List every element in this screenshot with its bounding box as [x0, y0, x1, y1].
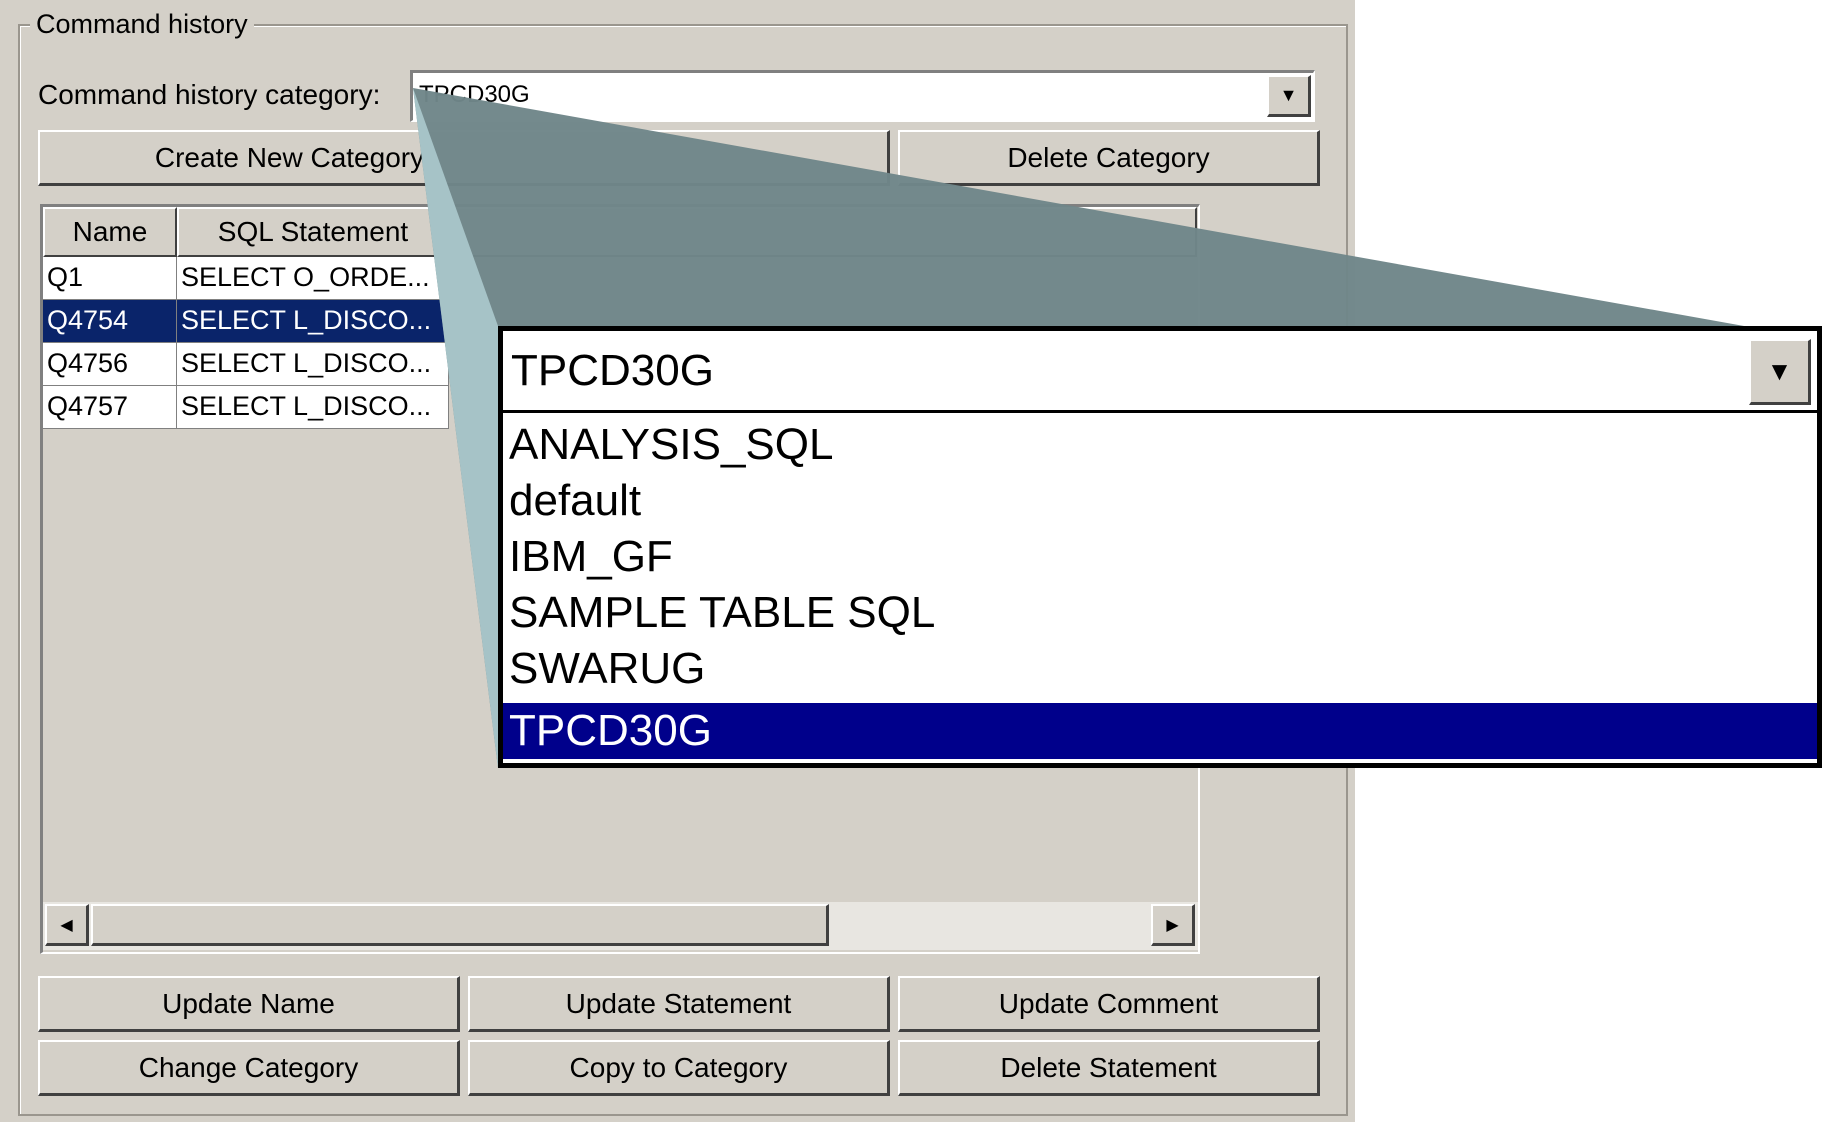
delete-statement-button[interactable]: Delete Statement: [898, 1040, 1320, 1096]
table-row-sql[interactable]: SELECT O_ORDE...: [177, 257, 449, 300]
dropdown-option[interactable]: IBM_GF: [503, 529, 1817, 585]
table-row-sql-selected[interactable]: SELECT L_DISCO...: [177, 300, 449, 343]
table-row-name[interactable]: Q1: [43, 257, 177, 300]
scroll-left-button[interactable]: ◀: [45, 904, 89, 946]
dropdown-option[interactable]: default: [503, 473, 1817, 529]
table-row-name[interactable]: Q4757: [43, 386, 177, 429]
horizontal-scrollbar[interactable]: ◀ ▶: [43, 902, 1198, 950]
chevron-down-icon: ▼: [1766, 356, 1793, 386]
dropdown-option-selected[interactable]: TPCD30G: [503, 703, 1817, 759]
category-combo[interactable]: TPCD30G ▼: [410, 70, 1315, 122]
column-header-name[interactable]: Name: [43, 207, 177, 257]
create-category-button[interactable]: Create New Category: [38, 130, 890, 186]
group-title: Command history: [30, 8, 254, 40]
table-row-sql[interactable]: SELECT L_DISCO...: [177, 343, 449, 386]
delete-category-button[interactable]: Delete Category: [898, 130, 1320, 186]
copy-to-category-button[interactable]: Copy to Category: [468, 1040, 890, 1096]
triangle-right-icon: ▶: [1166, 916, 1179, 934]
update-statement-button[interactable]: Update Statement: [468, 976, 890, 1032]
update-comment-button[interactable]: Update Comment: [898, 976, 1320, 1032]
table-row-name[interactable]: Q4756: [43, 343, 177, 386]
category-label: Command history category:: [38, 79, 381, 110]
zoomed-category-dropdown[interactable]: TPCD30G ▼ ANALYSIS_SQL default IBM_GF SA…: [498, 326, 1822, 768]
combo-dropdown-button[interactable]: ▼: [1267, 75, 1311, 117]
zoomed-dropdown-button[interactable]: ▼: [1749, 339, 1811, 405]
change-category-button[interactable]: Change Category: [38, 1040, 460, 1096]
column-header-filler: [449, 207, 1197, 257]
category-combo-value: TPCD30G: [419, 81, 530, 108]
column-header-sql[interactable]: SQL Statement: [177, 207, 449, 257]
scroll-right-button[interactable]: ▶: [1151, 904, 1195, 946]
scrollbar-thumb[interactable]: [91, 904, 829, 946]
chevron-down-icon: ▼: [1279, 85, 1298, 105]
dropdown-option[interactable]: SAMPLE TABLE SQL: [503, 585, 1817, 641]
triangle-left-icon: ◀: [60, 916, 73, 934]
dropdown-option[interactable]: ANALYSIS_SQL: [503, 417, 1817, 473]
create-category-label: Create New Category: [154, 141, 425, 173]
table-row-sql[interactable]: SELECT L_DISCO...: [177, 386, 449, 429]
update-name-button[interactable]: Update Name: [38, 976, 460, 1032]
zoomed-combo-field[interactable]: TPCD30G ▼: [503, 331, 1817, 413]
table-row-name-selected[interactable]: Q4754: [43, 300, 177, 343]
dropdown-option[interactable]: SWARUG: [503, 641, 1817, 697]
zoomed-combo-value: TPCD30G: [511, 346, 714, 395]
